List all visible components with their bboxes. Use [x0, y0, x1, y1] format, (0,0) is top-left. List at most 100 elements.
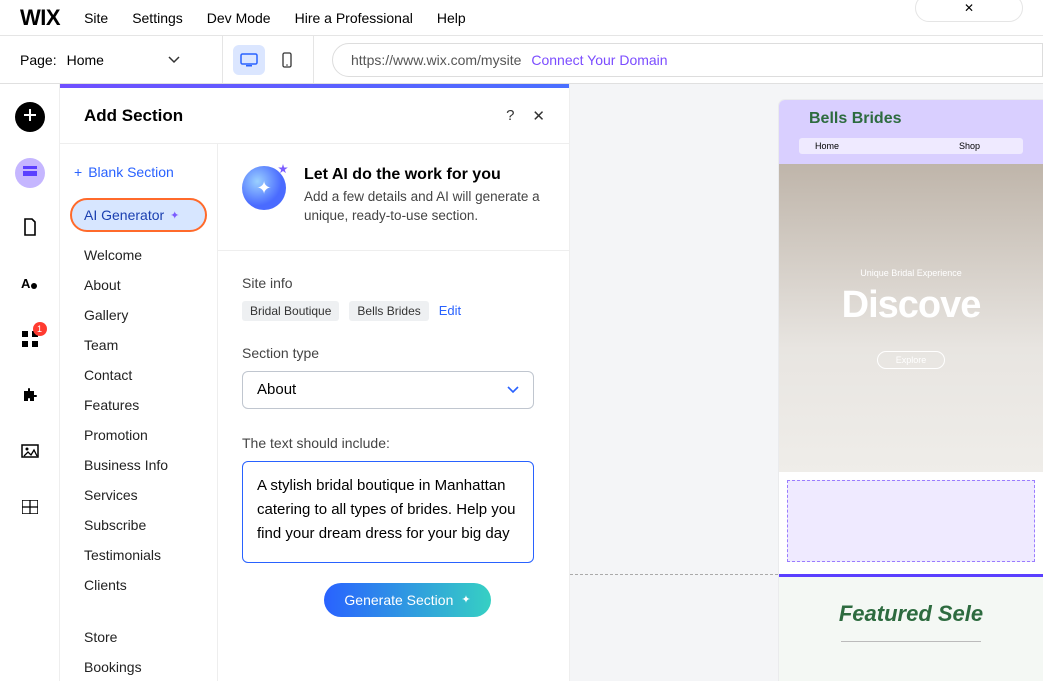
pages-button[interactable] [15, 214, 45, 244]
nav-about[interactable]: About [60, 270, 217, 300]
text-include-textarea[interactable]: A stylish bridal boutique in Manhattan c… [242, 461, 534, 563]
page-label: Page: [20, 52, 57, 68]
site-preview[interactable]: Bells Brides Home Shop Unique Bridal Exp… [779, 100, 1043, 681]
addons-button[interactable] [15, 382, 45, 412]
preview-hero-title: Discove [842, 284, 981, 327]
chevron-down-icon [168, 56, 180, 64]
close-icon: ✕ [964, 1, 974, 15]
nav-store[interactable]: Store [60, 622, 217, 652]
nav-bookings[interactable]: Bookings [60, 652, 217, 681]
generate-label: Generate Section [344, 592, 453, 608]
panel-header: Add Section ? ✕ [60, 88, 569, 144]
menu-settings[interactable]: Settings [132, 10, 183, 26]
menu-help[interactable]: Help [437, 10, 466, 26]
nav-subscribe[interactable]: Subscribe [60, 510, 217, 540]
preview-featured-section: Featured Sele [779, 574, 1043, 681]
page-selector[interactable]: Page: Home [0, 52, 222, 68]
plus-icon: + [74, 164, 82, 180]
preview-featured-rule [841, 641, 981, 642]
mobile-view-button[interactable] [271, 45, 303, 75]
panel-title: Add Section [84, 106, 183, 126]
plus-icon [23, 108, 37, 127]
mobile-icon [282, 52, 292, 68]
nav-services[interactable]: Services [60, 480, 217, 510]
desktop-icon [240, 53, 258, 67]
page-value: Home [67, 52, 104, 68]
design-icon: A [21, 275, 39, 296]
content-button[interactable] [15, 494, 45, 524]
nav-features[interactable]: Features [60, 390, 217, 420]
connect-domain-link[interactable]: Connect Your Domain [531, 52, 667, 68]
top-pill[interactable]: ✕ [915, 0, 1023, 22]
sparkle-icon: ✦ [461, 593, 470, 606]
section-type-value: About [257, 381, 296, 398]
design-button[interactable]: A [15, 270, 45, 300]
help-button[interactable]: ? [506, 107, 514, 125]
nav-gallery[interactable]: Gallery [60, 300, 217, 330]
chevron-down-icon [507, 386, 519, 394]
menu-dev-mode[interactable]: Dev Mode [207, 10, 271, 26]
generate-section-button[interactable]: Generate Section ✦ [324, 583, 490, 617]
section-icon [22, 164, 38, 182]
site-info-chips: Bridal Boutique Bells Brides Edit [242, 301, 545, 321]
preview-brand-name: Bells Brides [809, 110, 901, 127]
ai-sparkle-icon: ✦ [242, 166, 286, 210]
preview-hero: Unique Bridal Experience Discove Explore [779, 164, 1043, 472]
ai-generator-form: ✦ Let AI do the work for you Add a few d… [218, 144, 569, 681]
add-element-button[interactable] [15, 102, 45, 132]
add-section-panel: Add Section ? ✕ + Blank Section AI Gener… [60, 84, 570, 681]
nav-testimonials[interactable]: Testimonials [60, 540, 217, 570]
preview-nav-home[interactable]: Home [815, 141, 839, 151]
puzzle-icon [21, 386, 39, 409]
section-category-nav: + Blank Section AI Generator ✦ Welcome A… [60, 144, 218, 681]
top-menubar: WIX Site Settings Dev Mode Hire a Profes… [0, 0, 1043, 36]
menu-site[interactable]: Site [84, 10, 108, 26]
svg-text:A: A [21, 276, 31, 291]
ai-hero-title: Let AI do the work for you [304, 166, 545, 184]
preview-featured-title: Featured Sele [839, 601, 983, 626]
preview-nav: Home Shop [799, 138, 1023, 154]
url-bar[interactable]: https://www.wix.com/mysite Connect Your … [332, 43, 1043, 77]
wix-logo[interactable]: WIX [20, 5, 60, 31]
grid-icon [22, 500, 38, 519]
menu-hire-pro[interactable]: Hire a Professional [295, 10, 413, 26]
preview-hero-subtitle: Unique Bridal Experience [860, 268, 962, 278]
text-include-label: The text should include: [242, 435, 545, 451]
blank-section-button[interactable]: + Blank Section [60, 158, 217, 198]
preview-explore-button[interactable]: Explore [877, 351, 946, 369]
nav-team[interactable]: Team [60, 330, 217, 360]
site-info-label: Site info [242, 275, 545, 291]
sections-button[interactable] [15, 158, 45, 188]
chip-bridal-boutique: Bridal Boutique [242, 301, 339, 321]
left-tool-rail: A 1 [0, 84, 60, 681]
desktop-view-button[interactable] [233, 45, 265, 75]
nav-promotion[interactable]: Promotion [60, 420, 217, 450]
ai-hero: ✦ Let AI do the work for you Add a few d… [242, 166, 545, 226]
nav-contact[interactable]: Contact [60, 360, 217, 390]
image-icon [21, 444, 39, 463]
ai-generator-nav-item[interactable]: AI Generator ✦ [70, 198, 207, 232]
divider [218, 250, 569, 251]
preview-drop-zone[interactable] [787, 480, 1035, 562]
apps-button[interactable]: 1 [15, 326, 45, 356]
media-button[interactable] [15, 438, 45, 468]
nav-business-info[interactable]: Business Info [60, 450, 217, 480]
nav-clients[interactable]: Clients [60, 570, 217, 600]
url-text: https://www.wix.com/mysite [351, 52, 521, 68]
device-switcher [222, 36, 314, 83]
nav-welcome[interactable]: Welcome [60, 240, 217, 270]
sparkle-icon: ✦ [170, 209, 179, 222]
ai-hero-body: Add a few details and AI will generate a… [304, 188, 545, 226]
section-type-select[interactable]: About [242, 371, 534, 409]
close-panel-button[interactable]: ✕ [532, 107, 545, 125]
chip-bells-brides: Bells Brides [349, 301, 428, 321]
page-toolbar: Page: Home https://www.wix.com/mysite Co… [0, 36, 1043, 84]
edit-site-info-link[interactable]: Edit [439, 303, 461, 318]
blank-section-label: Blank Section [88, 164, 174, 180]
apps-badge: 1 [33, 322, 47, 336]
preview-nav-shop[interactable]: Shop [959, 141, 980, 151]
preview-canvas[interactable]: Bells Brides Home Shop Unique Bridal Exp… [570, 84, 1043, 681]
preview-brand-bar: Bells Brides [779, 100, 1043, 138]
ai-generator-label: AI Generator [84, 207, 164, 223]
section-type-label: Section type [242, 345, 545, 361]
